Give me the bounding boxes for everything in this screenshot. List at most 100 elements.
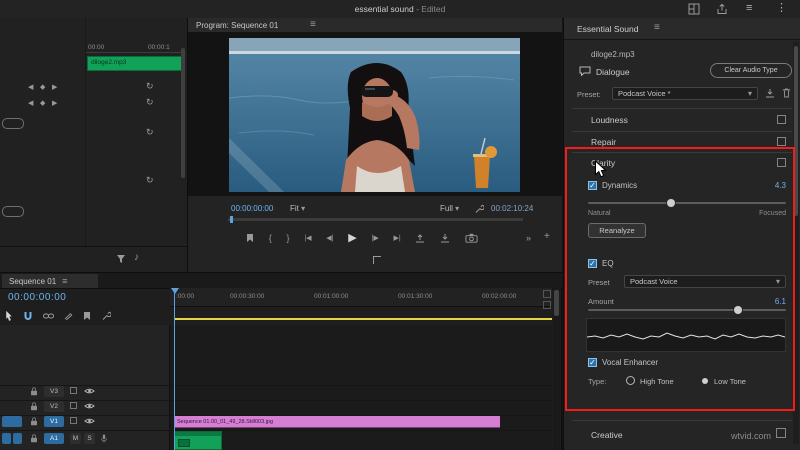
clear-audio-type-button[interactable]: Clear Audio Type <box>710 63 792 78</box>
sequence-tab[interactable]: Sequence 01 ≡ <box>2 274 98 288</box>
track-label-a1[interactable]: A1 <box>44 433 64 444</box>
fader-pill[interactable] <box>2 118 24 129</box>
panel-footer-divider <box>0 246 187 247</box>
program-tab[interactable]: Program: Sequence 01 <box>196 21 278 30</box>
section-divider <box>572 420 792 421</box>
video-clip-pink[interactable]: Sequence 01.00_01_49_28.Still003.jpg <box>174 416 500 428</box>
marker-icon[interactable] <box>83 311 91 321</box>
mark-out-button[interactable]: } <box>287 234 290 243</box>
linked-selection-icon[interactable] <box>43 312 54 320</box>
eye-icon[interactable] <box>84 402 95 410</box>
kf-add-icon[interactable]: ◆ <box>40 84 45 91</box>
timeline-option-box[interactable] <box>543 301 551 309</box>
audio-clip-panel: 00:00 00:00:1 diloge2.mp3 ◀ ◆ ▶ ↻ ◀ ◆ ▶ … <box>0 18 188 272</box>
eye-icon[interactable] <box>84 387 95 395</box>
eye-icon[interactable] <box>84 417 95 425</box>
fader-pill[interactable] <box>2 206 24 217</box>
extract-button[interactable] <box>440 233 450 243</box>
timeline-scrollbar[interactable] <box>553 288 560 450</box>
reset-param-icon[interactable]: ↻ <box>146 176 154 185</box>
settings-wrench-icon[interactable] <box>474 204 484 214</box>
playhead-head[interactable] <box>171 288 179 294</box>
reset-param-icon[interactable]: ↻ <box>146 82 154 91</box>
mark-in-button[interactable]: { <box>269 234 272 243</box>
chevron-down-icon: ▾ <box>301 204 305 213</box>
preset-dropdown[interactable]: Podcast Voice * ▾ <box>612 87 758 100</box>
section-loudness[interactable]: Loudness <box>591 115 628 125</box>
lock-icon[interactable] <box>30 434 38 443</box>
source-patch-a1b[interactable] <box>13 433 22 444</box>
audio-clip-green[interactable] <box>174 431 222 450</box>
program-timecode[interactable]: 00:00:00:00 <box>231 204 273 213</box>
sync-lock-icon[interactable] <box>70 387 77 394</box>
reset-param-icon[interactable]: ↻ <box>146 128 154 137</box>
kf-prev-icon[interactable]: ◀ <box>28 100 33 107</box>
timeline-settings-wrench-icon[interactable] <box>101 311 111 321</box>
section-repair[interactable]: Repair <box>591 137 616 147</box>
play-button[interactable]: ▶ <box>348 233 356 244</box>
save-preset-icon[interactable] <box>765 88 775 98</box>
delete-preset-trash-icon[interactable] <box>782 87 791 98</box>
playhead[interactable] <box>174 288 175 450</box>
source-patch-v1[interactable] <box>2 416 22 427</box>
kf-next-icon[interactable]: ▶ <box>52 100 57 107</box>
kf-next-icon[interactable]: ▶ <box>52 84 57 91</box>
audio-note-icon[interactable]: ♪ <box>134 253 139 263</box>
goto-in-button[interactable]: |◀ <box>304 235 311 242</box>
section-creative[interactable]: Creative <box>591 430 623 440</box>
goto-out-button[interactable]: ▶| <box>393 235 400 242</box>
track-label-v3[interactable]: V3 <box>44 386 64 397</box>
source-scrollbar[interactable] <box>181 48 185 178</box>
track-label-v2[interactable]: V2 <box>44 401 64 412</box>
timeline-scrollbar-thumb[interactable] <box>554 290 559 316</box>
lock-icon[interactable] <box>30 402 38 411</box>
kf-prev-icon[interactable]: ◀ <box>28 84 33 91</box>
loudness-checkbox[interactable] <box>777 115 786 124</box>
panel-menu-icon[interactable]: ≡ <box>654 23 660 33</box>
export-frame-camera-button[interactable] <box>465 233 478 243</box>
repair-checkbox[interactable] <box>777 137 786 146</box>
button-editor-plus-icon[interactable]: + <box>544 232 550 242</box>
panel-menu-icon[interactable]: ≡ <box>62 277 67 286</box>
snap-magnet-icon[interactable] <box>23 311 33 321</box>
panel-title[interactable]: Essential Sound <box>577 24 638 34</box>
source-audio-clip[interactable]: diloge2.mp3 <box>87 56 183 71</box>
program-playhead[interactable] <box>230 216 233 223</box>
track-label-v1[interactable]: V1 <box>44 416 64 427</box>
lock-icon[interactable] <box>30 387 38 396</box>
mini-ruler-line[interactable] <box>86 52 184 53</box>
selected-clip-name: diloge2.mp3 <box>591 50 635 59</box>
reset-param-icon[interactable]: ↻ <box>146 98 154 107</box>
timeline-timecode[interactable]: 00:00:00:00 <box>8 292 66 303</box>
kf-add-icon[interactable]: ◆ <box>40 100 45 107</box>
mute-button[interactable]: M <box>70 433 81 444</box>
panel-menu-icon[interactable]: ≡ <box>310 20 316 30</box>
add-marker-button[interactable] <box>246 233 254 243</box>
sync-lock-icon[interactable] <box>70 402 77 409</box>
more-buttons-icon[interactable]: » <box>526 234 531 243</box>
creative-checkbox[interactable] <box>776 428 786 438</box>
program-scrubber[interactable] <box>228 218 523 221</box>
mouse-cursor <box>594 160 607 179</box>
playback-resolution-dropdown[interactable]: Full ▾ <box>440 204 459 213</box>
share-export-icon[interactable] <box>716 3 728 15</box>
sequence-tab-label: Sequence 01 <box>9 277 56 286</box>
timeline-option-box[interactable] <box>543 290 551 298</box>
kebab-menu-icon[interactable]: ⋮ <box>776 3 787 14</box>
voiceover-mic-icon[interactable] <box>100 433 108 444</box>
mini-ruler-tick: 00:00 <box>88 44 104 51</box>
source-patch-a1[interactable] <box>2 433 11 444</box>
workspace-icon[interactable] <box>688 3 700 15</box>
ruler-label: 00:01:30:00 <box>398 293 432 300</box>
selection-tool-icon[interactable] <box>5 310 13 321</box>
solo-button[interactable]: S <box>84 433 95 444</box>
step-back-button[interactable]: ◀| <box>326 235 333 242</box>
filter-funnel-icon[interactable] <box>116 254 126 264</box>
lift-button[interactable] <box>415 233 425 243</box>
lock-icon[interactable] <box>30 417 38 426</box>
menu-icon[interactable]: ≡ <box>746 3 752 14</box>
step-forward-button[interactable]: |▶ <box>372 235 379 242</box>
fit-dropdown[interactable]: Fit ▾ <box>290 204 305 213</box>
sync-lock-icon[interactable] <box>70 417 77 424</box>
pen-tool-icon[interactable] <box>64 311 73 320</box>
